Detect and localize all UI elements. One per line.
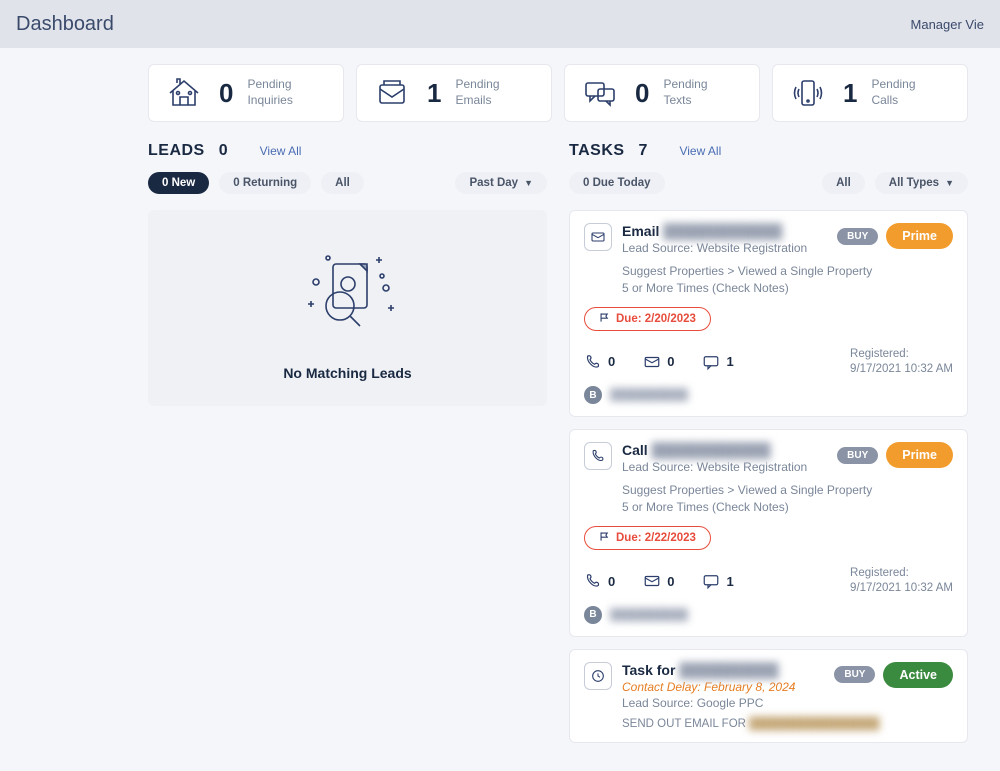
pending-inquiries-card[interactable]: 0 PendingInquiries (148, 64, 344, 122)
tasks-title: TASKS (569, 142, 625, 160)
inquiries-label: PendingInquiries (247, 77, 292, 108)
calls-label: PendingCalls (871, 77, 915, 108)
empty-illustration-icon (278, 236, 418, 349)
task-title: Call ████████████ (622, 442, 827, 458)
leads-empty-state: No Matching Leads (148, 210, 547, 406)
emails-label: PendingEmails (455, 77, 499, 108)
text-icon (579, 75, 621, 111)
contact-delay: Contact Delay: February 8, 2024 (622, 680, 824, 694)
task-description: Suggest Properties > Viewed a Single Pro… (622, 263, 882, 297)
tasks-filter-all[interactable]: All (822, 172, 865, 194)
lead-source: Lead Source: Website Registration (622, 241, 827, 255)
due-date-pill: Due: 2/20/2023 (584, 307, 711, 331)
texts-label: PendingTexts (663, 77, 707, 108)
lead-source: Lead Source: Google PPC (622, 696, 824, 710)
task-title: Email ████████████ (622, 223, 827, 239)
status-badge: Prime (886, 223, 953, 249)
main-content: 0 PendingInquiries 1 PendingEmails 0 Pen… (0, 48, 1000, 771)
house-icon (163, 75, 205, 111)
leads-section: LEADS 0 View All 0 New 0 Returning All P… (148, 142, 547, 755)
emails-count: 1 (427, 78, 441, 109)
tasks-list: Email ████████████ Lead Source: Website R… (569, 210, 968, 743)
task-card[interactable]: Email ████████████ Lead Source: Website R… (569, 210, 968, 417)
task-card[interactable]: Call ████████████ Lead Source: Website Re… (569, 429, 968, 636)
agent-avatar[interactable]: B (584, 606, 602, 624)
texts-count: 0 (635, 78, 649, 109)
top-bar: Dashboard Manager Vie (0, 0, 1000, 48)
agent-name: ██████████ (610, 609, 688, 621)
task-send-line: SEND OUT EMAIL FOR ████████████████ (622, 718, 953, 730)
inquiries-count: 0 (219, 78, 233, 109)
leads-filter-returning[interactable]: 0 Returning (219, 172, 311, 194)
status-badge: Prime (886, 442, 953, 468)
pending-texts-card[interactable]: 0 PendingTexts (564, 64, 760, 122)
leads-title: LEADS (148, 142, 205, 160)
status-badge: Active (883, 662, 953, 688)
flag-icon (599, 531, 610, 545)
leads-filter-all[interactable]: All (321, 172, 364, 194)
envelope-icon (584, 223, 612, 251)
agent-avatar[interactable]: B (584, 386, 602, 404)
leads-filter-new[interactable]: 0 New (148, 172, 209, 194)
calls-count: 1 (843, 78, 857, 109)
task-description: Suggest Properties > Viewed a Single Pro… (622, 482, 882, 516)
page-title: Dashboard (16, 13, 114, 36)
phone-icon (584, 442, 612, 470)
pending-emails-card[interactable]: 1 PendingEmails (356, 64, 552, 122)
texts-stat[interactable]: 1 (702, 572, 733, 590)
registered-info: Registered:9/17/2021 10:32 AM (850, 347, 953, 377)
task-card[interactable]: Task for ██████████ Contact Delay: Februa… (569, 649, 968, 743)
agent-name: ██████████ (610, 389, 688, 401)
buy-badge: BUY (837, 447, 878, 464)
texts-stat[interactable]: 1 (702, 353, 733, 371)
stat-cards-row: 0 PendingInquiries 1 PendingEmails 0 Pen… (148, 64, 968, 122)
pending-calls-card[interactable]: 1 PendingCalls (772, 64, 968, 122)
emails-stat[interactable]: 0 (643, 353, 674, 371)
clock-icon (584, 662, 612, 690)
leads-view-all-link[interactable]: View All (260, 144, 302, 158)
tasks-filter-due[interactable]: 0 Due Today (569, 172, 665, 194)
chevron-down-icon: ▼ (524, 178, 533, 188)
email-icon (371, 75, 413, 111)
registered-info: Registered:9/17/2021 10:32 AM (850, 566, 953, 596)
empty-text: No Matching Leads (283, 365, 411, 381)
buy-badge: BUY (837, 228, 878, 245)
leads-count: 0 (219, 142, 228, 160)
calls-stat[interactable]: 0 (584, 353, 615, 371)
tasks-view-all-link[interactable]: View All (679, 144, 721, 158)
tasks-types-dropdown[interactable]: All Types▼ (875, 172, 968, 194)
leads-range-dropdown[interactable]: Past Day▼ (455, 172, 547, 194)
task-title: Task for ██████████ (622, 662, 824, 678)
lead-source: Lead Source: Website Registration (622, 460, 827, 474)
phone-icon (787, 75, 829, 111)
manager-view-link[interactable]: Manager Vie (911, 17, 984, 32)
emails-stat[interactable]: 0 (643, 572, 674, 590)
calls-stat[interactable]: 0 (584, 572, 615, 590)
tasks-section: TASKS 7 View All 0 Due Today All All Typ… (569, 142, 968, 755)
due-date-pill: Due: 2/22/2023 (584, 526, 711, 550)
chevron-down-icon: ▼ (945, 178, 954, 188)
flag-icon (599, 312, 610, 326)
tasks-count: 7 (639, 142, 648, 160)
